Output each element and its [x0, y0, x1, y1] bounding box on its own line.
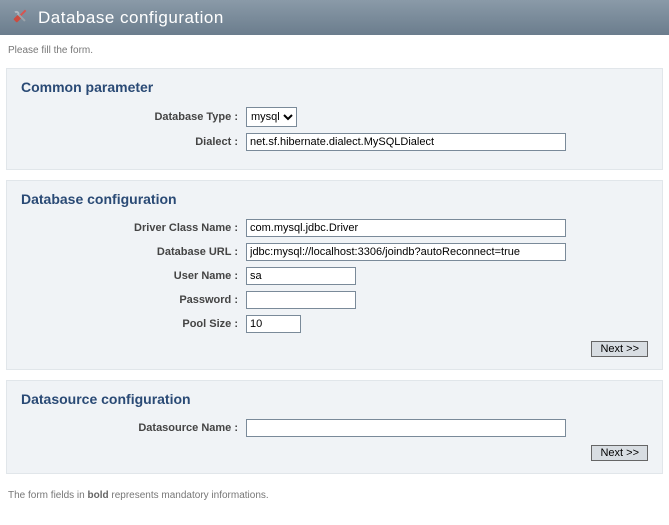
section-datasource-configuration: Datasource configuration Datasource Name… — [6, 380, 663, 474]
label-database-url: Database URL : — [21, 246, 246, 258]
label-pool-size: Pool Size : — [21, 318, 246, 330]
next-button-db[interactable]: Next >> — [591, 341, 648, 357]
password-input[interactable] — [246, 291, 356, 309]
footer-note: The form fields in bold represents manda… — [0, 484, 669, 511]
section-title-common: Common parameter — [21, 79, 648, 95]
label-user-name: User Name : — [21, 270, 246, 282]
tools-icon — [10, 6, 30, 29]
row-password: Password : — [21, 291, 648, 309]
section-common-parameter: Common parameter Database Type : mysql D… — [6, 68, 663, 170]
label-password: Password : — [21, 294, 246, 306]
label-driver-class: Driver Class Name : — [21, 222, 246, 234]
database-url-input[interactable] — [246, 243, 566, 261]
label-datasource-name: Datasource Name : — [21, 422, 246, 434]
section-title-dbconf: Database configuration — [21, 191, 648, 207]
footer-bold: bold — [87, 490, 108, 501]
dialect-input[interactable] — [246, 133, 566, 151]
row-database-url: Database URL : — [21, 243, 648, 261]
page-header: Database configuration — [0, 0, 669, 35]
database-type-select[interactable]: mysql — [246, 107, 297, 127]
footer-prefix: The form fields in — [8, 490, 87, 501]
datasource-name-input[interactable] — [246, 419, 566, 437]
label-dialect: Dialect : — [21, 136, 246, 148]
driver-class-input[interactable] — [246, 219, 566, 237]
section-title-dsconf: Datasource configuration — [21, 391, 648, 407]
row-database-type: Database Type : mysql — [21, 107, 648, 127]
page-title: Database configuration — [38, 8, 224, 28]
row-dialect: Dialect : — [21, 133, 648, 151]
section-database-configuration: Database configuration Driver Class Name… — [6, 180, 663, 370]
row-driver-class: Driver Class Name : — [21, 219, 648, 237]
footer-suffix: represents mandatory informations. — [109, 490, 269, 501]
row-datasource-name: Datasource Name : — [21, 419, 648, 437]
label-database-type: Database Type : — [21, 111, 246, 123]
row-user-name: User Name : — [21, 267, 648, 285]
user-name-input[interactable] — [246, 267, 356, 285]
pool-size-input[interactable] — [246, 315, 301, 333]
intro-text: Please fill the form. — [0, 35, 669, 62]
row-pool-size: Pool Size : — [21, 315, 648, 333]
next-button-ds[interactable]: Next >> — [591, 445, 648, 461]
